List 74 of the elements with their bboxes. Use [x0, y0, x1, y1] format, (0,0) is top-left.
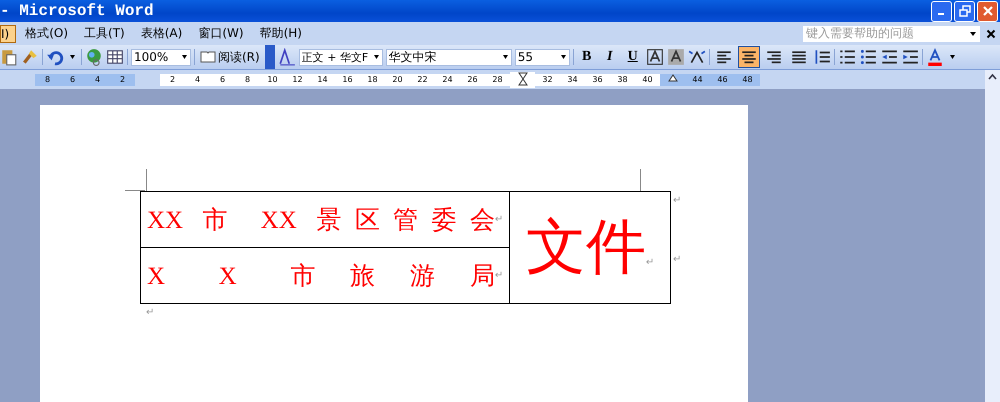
menu-item[interactable]: 表格(A) — [134, 23, 190, 44]
ruler-number: 10 — [260, 74, 285, 86]
font-size-dropdown[interactable]: 55 — [514, 48, 570, 66]
end-of-cell-mark: ↵ — [494, 214, 504, 225]
font-dropdown[interactable]: 华文中宋 — [386, 48, 512, 66]
bullet-list-icon[interactable] — [858, 48, 877, 66]
ruler-number: 6 — [210, 74, 235, 86]
ruler-number: 6 — [60, 74, 85, 86]
ruler-number: 20 — [385, 74, 410, 86]
decrease-indent-icon[interactable] — [880, 48, 898, 66]
table-icon[interactable] — [106, 48, 124, 66]
restore-icon[interactable] — [958, 5, 970, 17]
dropdown-arrow-icon[interactable] — [67, 53, 78, 61]
numbered-list-icon[interactable] — [838, 48, 856, 66]
dropdown-arrow-icon[interactable] — [969, 30, 977, 38]
ruler-number: 44 — [685, 74, 710, 86]
ruler-number: 2 — [110, 74, 135, 86]
menu-item[interactable]: 工具(T) — [77, 23, 132, 44]
ruler-number: 12 — [285, 74, 310, 86]
ruler-number: 2 — [160, 74, 185, 86]
close-icon[interactable] — [986, 28, 996, 38]
end-of-row-mark: ↵ — [673, 254, 682, 265]
ruler-number: 46 — [710, 74, 735, 86]
char-shading-icon[interactable] — [666, 48, 685, 66]
ruler-number: 24 — [435, 74, 460, 86]
vertical-scrollbar[interactable] — [985, 70, 1000, 402]
ruler-number: 4 — [185, 74, 210, 86]
ruler-number: 8 — [235, 74, 260, 86]
ruler-number: 22 — [410, 74, 435, 86]
menu-item[interactable]: 格式(O) — [18, 23, 76, 44]
ruler-number: 8 — [35, 74, 60, 86]
zoom-dropdown[interactable]: 100% — [131, 48, 191, 66]
paragraph-mark: ↵ — [146, 307, 154, 318]
cell-text: 文件 — [526, 213, 646, 282]
font-color-icon[interactable] — [926, 48, 944, 66]
window-title: - Microsoft Word — [0, 2, 154, 20]
ruler-number: 32 — [535, 74, 560, 86]
ruler-number: 48 — [735, 74, 760, 86]
ruler-number: 34 — [560, 74, 585, 86]
paste-icon[interactable] — [0, 48, 18, 66]
ruler-number: 18 — [360, 74, 385, 86]
char-border-icon[interactable] — [646, 48, 664, 66]
indent-marker-icon[interactable] — [668, 74, 678, 82]
read-button[interactable]: 阅读(R) — [198, 48, 262, 66]
style-dropdown[interactable]: 正文 + 华文F — [298, 48, 383, 66]
end-of-cell-mark: ↵ — [646, 257, 654, 270]
ruler-number: 16 — [335, 74, 360, 86]
menu-item[interactable]: I) — [0, 24, 16, 42]
ruler-number: 28 — [485, 74, 510, 86]
cell-text: XX 市 XX 景区管委会 — [147, 206, 495, 236]
menu-item[interactable]: 帮助(H) — [252, 23, 309, 44]
styles-icon[interactable] — [278, 48, 296, 66]
ruler-number: 36 — [585, 74, 610, 86]
bold-button[interactable]: B — [576, 47, 597, 67]
end-of-cell-mark: ↵ — [494, 270, 504, 281]
dropdown-arrow-icon[interactable] — [179, 53, 190, 61]
menu-item[interactable]: 窗口(W) — [191, 23, 251, 44]
cell-text: X X 市 旅 游 局 — [147, 262, 495, 292]
italic-button[interactable]: I — [600, 47, 620, 67]
indent-marker-icon[interactable] — [518, 72, 528, 88]
ruler-number: 4 — [85, 74, 110, 86]
globe-icon[interactable] — [85, 48, 103, 66]
brush-icon[interactable] — [21, 48, 39, 66]
ruler-number: 40 — [635, 74, 660, 86]
align-center-button[interactable] — [738, 46, 760, 68]
book-icon — [200, 51, 216, 63]
undo-icon[interactable] — [46, 48, 64, 66]
ruler-number: 14 — [310, 74, 335, 86]
ruler-number: 26 — [460, 74, 485, 86]
increase-indent-icon[interactable] — [900, 48, 919, 66]
ruler-number: 38 — [610, 74, 635, 86]
end-of-row-mark: ↵ — [673, 195, 682, 206]
underline-button[interactable]: U — [622, 47, 643, 67]
line-spacing-icon[interactable] — [812, 48, 831, 66]
